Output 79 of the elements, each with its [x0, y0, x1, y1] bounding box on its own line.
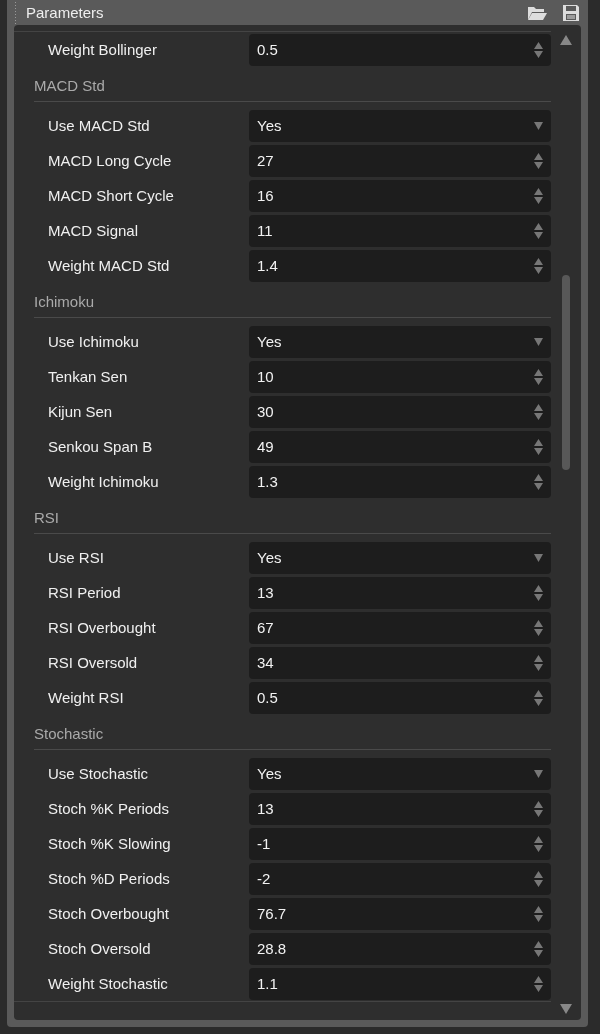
spinner-icon	[534, 619, 543, 636]
spinner-icon	[534, 187, 543, 204]
spinner-icon	[534, 438, 543, 455]
parameter-label: Use Ichimoku	[48, 333, 140, 350]
parameter-label: Weight Stochastic	[48, 975, 169, 992]
dropdown-field[interactable]: Yes	[249, 757, 551, 790]
parameter-label: Weight RSI	[48, 689, 125, 706]
parameter-label: Weight MACD Std	[48, 257, 171, 274]
dropdown-field[interactable]: Yes	[249, 541, 551, 574]
caret-icon	[534, 553, 543, 562]
number-field[interactable]: 67	[249, 611, 551, 644]
parameter-label: Senkou Span B	[48, 438, 154, 455]
dropdown-field[interactable]: Yes	[249, 325, 551, 358]
spinner-icon	[534, 368, 543, 385]
spinner-icon	[534, 257, 543, 274]
parameter-label: Stoch %K Slowing	[48, 835, 172, 852]
number-field[interactable]: 30	[249, 395, 551, 428]
section-header: Stochastic	[34, 717, 551, 750]
spinner-icon	[534, 689, 543, 706]
parameter-label: Use RSI	[48, 549, 105, 566]
spinner-icon	[534, 654, 543, 671]
scroll-down-icon[interactable]	[560, 1004, 572, 1014]
caret-icon	[534, 769, 543, 778]
parameter-label: Stoch Oversold	[48, 940, 152, 957]
parameter-label: RSI Oversold	[48, 654, 139, 671]
section-header: MACD Std	[34, 69, 551, 102]
number-field[interactable]: 28.8	[249, 932, 551, 965]
number-field[interactable]: 16	[249, 179, 551, 212]
parameter-label: Kijun Sen	[48, 403, 114, 420]
spinner-icon	[534, 870, 543, 887]
spinner-icon	[534, 584, 543, 601]
spinner-icon	[534, 975, 543, 992]
caret-icon	[534, 337, 543, 346]
number-field[interactable]: 76.7	[249, 897, 551, 930]
spinner-icon	[534, 152, 543, 169]
parameter-label: MACD Long Cycle	[48, 152, 173, 169]
number-field[interactable]: 0.5	[249, 33, 551, 66]
scroll-up-icon[interactable]	[560, 35, 572, 45]
spinner-icon	[534, 403, 543, 420]
parameter-label: Stoch %D Periods	[48, 870, 171, 887]
parameter-label: MACD Signal	[48, 222, 140, 239]
spinner-icon	[534, 835, 543, 852]
number-field[interactable]: 13	[249, 576, 551, 609]
number-field[interactable]: 1.3	[249, 465, 551, 498]
caret-icon	[534, 121, 543, 130]
spinner-icon	[534, 41, 543, 58]
parameter-label: Stoch Overbought	[48, 905, 170, 922]
number-field[interactable]: 0.5	[249, 681, 551, 714]
spinner-icon	[534, 800, 543, 817]
number-field[interactable]: -2	[249, 862, 551, 895]
number-field[interactable]: 1.1	[249, 967, 551, 1000]
number-field[interactable]: -1	[249, 827, 551, 860]
spinner-icon	[534, 905, 543, 922]
number-field[interactable]: 27	[249, 144, 551, 177]
parameter-label: MACD Short Cycle	[48, 187, 175, 204]
number-field[interactable]: 10	[249, 360, 551, 393]
section-header: Ichimoku	[34, 285, 551, 318]
number-field[interactable]: 13	[249, 792, 551, 825]
parameter-label: RSI Overbought	[48, 619, 157, 636]
section-header: RSI	[34, 501, 551, 534]
panel-title: Parameters	[26, 4, 105, 21]
number-field[interactable]: 34	[249, 646, 551, 679]
parameter-label: Stoch %K Periods	[48, 800, 170, 817]
parameter-label: Use Stochastic	[48, 765, 150, 782]
parameter-label: Tenkan Sen	[48, 368, 129, 385]
spinner-icon	[534, 940, 543, 957]
spinner-icon	[534, 473, 543, 490]
dropdown-field[interactable]: Yes	[249, 109, 551, 142]
spinner-icon	[534, 222, 543, 239]
parameter-label: Weight Bollinger	[48, 41, 158, 58]
drag-handle-icon[interactable]	[14, 0, 18, 25]
parameter-label: Weight Ichimoku	[48, 473, 160, 490]
parameter-label: RSI Period	[48, 584, 122, 601]
number-field[interactable]: 49	[249, 430, 551, 463]
number-field[interactable]: 11	[249, 214, 551, 247]
parameter-label: Use MACD Std	[48, 117, 151, 134]
save-icon[interactable]	[561, 3, 581, 22]
scrollbar-thumb[interactable]	[562, 275, 570, 470]
number-field[interactable]: 1.4	[249, 249, 551, 282]
